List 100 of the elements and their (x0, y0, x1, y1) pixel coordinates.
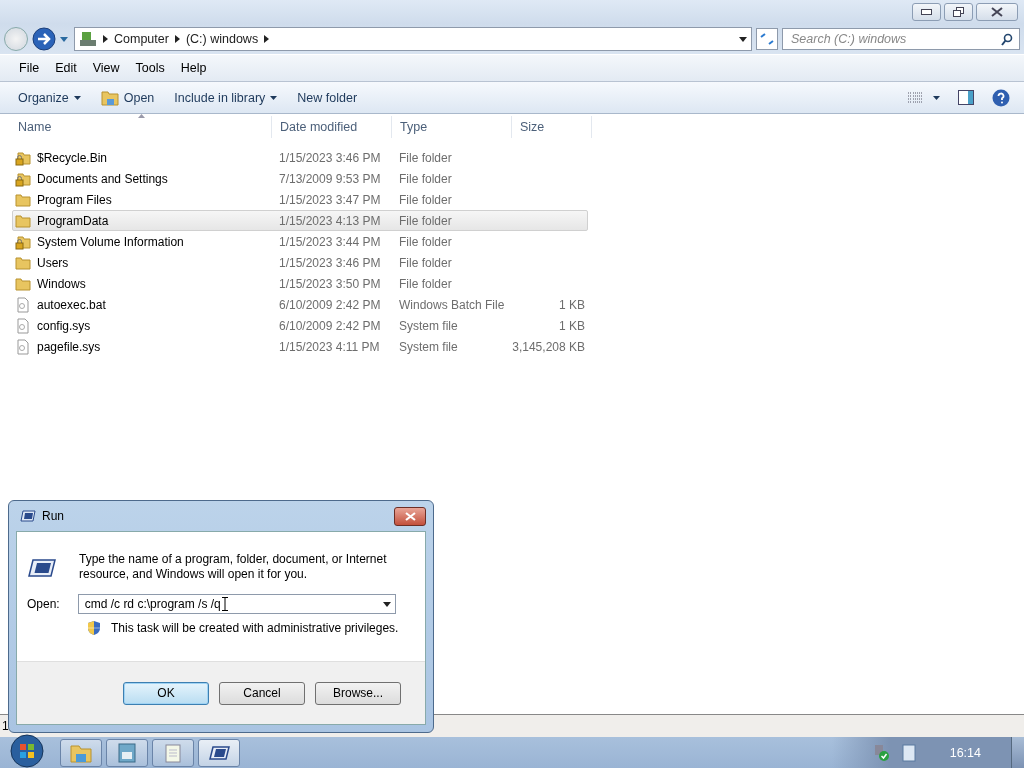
help-icon[interactable] (992, 88, 1010, 107)
date-cell-text: 1/15/2023 3:47 PM (278, 192, 382, 207)
locked-folder-icon (15, 149, 31, 166)
breadcrumb-item[interactable]: Computer (114, 32, 169, 46)
dropdown-icon (73, 95, 81, 100)
status-text: 1 (2, 719, 9, 733)
toolbar-button[interactable]: Organize (10, 87, 89, 108)
file-row[interactable]: pagefile.sys 1/15/2023 4:11 PM System file 3,145,208 KB (12, 336, 588, 357)
run-icon (208, 744, 230, 761)
preview-pane-icon[interactable] (958, 90, 974, 105)
close-icon (991, 7, 1003, 17)
minimize-icon (921, 9, 932, 15)
toolbar-button[interactable]: Include in library (166, 87, 286, 108)
search-field[interactable]: Search (C:) windows (789, 31, 1001, 47)
file-row[interactable]: Documents and Settings 7/13/2009 9:53 PM File folder (12, 168, 588, 189)
file-name: pagefile.sys (37, 339, 101, 354)
file-name: System Volume Information (37, 234, 184, 249)
dialog-title: Run (42, 509, 64, 523)
list-view-icon (907, 91, 923, 104)
file-name: ProgramData (37, 213, 109, 228)
file-name: config.sys (37, 318, 91, 333)
chevron-icon (103, 35, 108, 43)
date-cell-text: 1/15/2023 3:44 PM (278, 234, 382, 249)
folder-icon (15, 254, 31, 271)
size-cell-text: 1 KB (558, 318, 586, 333)
open-label: Open: (27, 597, 60, 611)
chevron-icon (174, 35, 180, 43)
toolbar-button[interactable]: Open (92, 86, 163, 109)
type-cell-text: File folder (398, 192, 453, 207)
dropdown-icon (933, 95, 940, 100)
date-cell-text: 1/15/2023 3:50 PM (278, 276, 382, 291)
file-row[interactable]: Windows 1/15/2023 3:50 PM File folder (12, 273, 588, 294)
document-icon[interactable] (901, 743, 916, 762)
dialog-message: Type the name of a program, folder, document, or Internet resource, and Windows will open it for you. (79, 552, 388, 582)
dropdown-icon[interactable] (739, 36, 747, 42)
search-box[interactable]: Search (C:) windows (782, 28, 1020, 50)
taskbar-button[interactable] (106, 738, 148, 767)
forward-button[interactable] (32, 27, 56, 51)
file-row[interactable]: Program Files 1/15/2023 3:47 PM File folder (12, 189, 588, 210)
file-row[interactable]: System Volume Information 1/15/2023 3:44 PM File folder (12, 231, 588, 252)
type-cell-text: File folder (398, 213, 453, 228)
close-button[interactable] (394, 506, 426, 526)
column-header[interactable]: Size (512, 116, 592, 138)
dialog-button[interactable]: OK (123, 681, 209, 705)
taskbar-button[interactable] (152, 738, 194, 767)
file-icon (15, 338, 31, 355)
date-cell-text: 6/10/2009 2:42 PM (278, 297, 382, 312)
restore-button[interactable] (944, 3, 973, 21)
close-icon (404, 511, 416, 521)
menu-item[interactable]: Edit (48, 59, 84, 77)
taskbar-button[interactable] (198, 738, 240, 767)
size-cell-text: 3,145,208 KB (511, 339, 586, 354)
address-bar[interactable]: Computer (C:) windows (74, 27, 752, 51)
dropdown-icon (270, 95, 278, 100)
file-name: $Recycle.Bin (37, 150, 108, 165)
file-row[interactable]: autoexec.bat 6/10/2009 2:42 PM Windows Batch File 1 KB (12, 294, 588, 315)
file-icon (15, 317, 31, 334)
file-name: Documents and Settings (37, 171, 168, 186)
menu-item[interactable]: Tools (128, 59, 172, 77)
type-cell-text: File folder (398, 171, 453, 186)
folder-icon (100, 89, 119, 106)
column-header[interactable]: Date modified (272, 116, 392, 138)
notepad-icon (165, 742, 181, 763)
date-cell-text: 7/13/2009 9:53 PM (278, 171, 382, 186)
dialog-button[interactable]: Cancel (219, 681, 305, 705)
type-cell-text: File folder (398, 150, 453, 165)
breadcrumb-item[interactable]: (C:) windows (185, 32, 259, 46)
menu-item[interactable]: View (85, 59, 127, 77)
file-row[interactable]: config.sys 6/10/2009 2:42 PM System file 1 KB (12, 315, 588, 336)
sort-arrow-icon (138, 114, 145, 118)
chevron-icon (264, 35, 270, 43)
restore-icon (953, 7, 964, 17)
size-cell-text: 1 KB (558, 297, 586, 312)
folder-icon (15, 212, 31, 229)
toolbar-button[interactable]: New folder (289, 87, 366, 108)
locked-folder-icon (15, 170, 31, 187)
type-cell-text: File folder (398, 234, 453, 249)
file-row[interactable]: $Recycle.Bin 1/15/2023 3:46 PM File folder (12, 147, 588, 168)
search-icon (1001, 32, 1013, 46)
folder-icon (15, 191, 31, 208)
view-button[interactable] (907, 91, 940, 104)
type-cell-text: File folder (398, 276, 453, 291)
date-cell-text: 1/15/2023 4:13 PM (278, 213, 382, 228)
dropdown-icon[interactable] (382, 601, 391, 607)
type-cell-text: Windows Batch File (398, 297, 505, 312)
minimize-button[interactable] (912, 3, 941, 21)
column-header[interactable]: Type (392, 116, 512, 138)
menu-item[interactable]: File (12, 59, 47, 77)
folder-icon (15, 275, 31, 292)
close-button[interactable] (976, 3, 1018, 21)
refresh-button[interactable] (756, 28, 778, 50)
file-row[interactable]: ProgramData 1/15/2023 4:13 PM File folder (12, 210, 588, 231)
file-row[interactable]: Users 1/15/2023 3:46 PM File folder (12, 252, 588, 273)
menu-item[interactable]: Help (173, 59, 214, 77)
dialog-button[interactable]: Browse... (315, 681, 401, 705)
command-box[interactable]: cmd /c rd c:\program /s /q (77, 594, 396, 614)
file-icon (15, 296, 31, 313)
date-cell-text: 1/15/2023 4:11 PM (278, 339, 381, 354)
show-desktop-button[interactable] (1011, 737, 1024, 768)
file-name: Windows (37, 276, 86, 291)
